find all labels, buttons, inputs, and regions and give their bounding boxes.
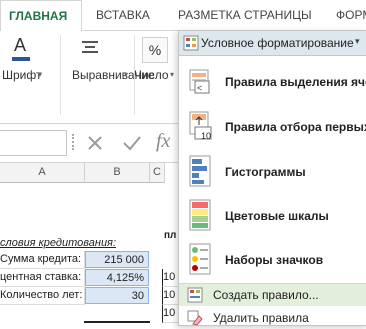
label-interest-rate[interactable]: центная ставка:: [0, 269, 85, 287]
font-icon-letter: A: [14, 35, 27, 55]
data-bars-icon: [189, 155, 211, 187]
top-rules-number: 10: [201, 131, 212, 141]
number-group[interactable]: % Число ▾: [134, 31, 178, 121]
svg-text:<: <: [197, 83, 202, 93]
chevron-down-icon: ▾: [355, 36, 360, 46]
tab-formulas[interactable]: ФОРМ: [336, 0, 366, 30]
menu-item-color-scales[interactable]: Цветовые шкалы: [179, 195, 366, 239]
menu-item-clear-rules[interactable]: Удалить правила: [179, 307, 366, 329]
tab-home[interactable]: ГЛАВНАЯ: [0, 0, 82, 32]
column-header-a[interactable]: A: [0, 163, 85, 183]
chevron-down-icon: ▾: [170, 70, 175, 79]
conditional-formatting-button[interactable]: Условное форматирование ▾: [179, 31, 366, 56]
icon-sets-icon: [189, 243, 211, 275]
cancel-icon[interactable]: [86, 134, 104, 152]
menu-item-highlight-rules[interactable]: < Правила выделения ячеек: [179, 61, 366, 105]
number-group-label: Число: [134, 68, 169, 82]
enter-check-icon[interactable]: [122, 134, 142, 152]
name-box[interactable]: [0, 130, 67, 156]
menu-item-top-bottom-rules[interactable]: 10 Правила отбора первых: [179, 107, 366, 151]
name-box-dots: [72, 134, 77, 150]
label-loan-amount[interactable]: Сумма кредита:: [0, 251, 85, 269]
percent-symbol: %: [148, 42, 162, 58]
value-loan-amount[interactable]: 215 000: [85, 251, 149, 268]
menu-item-new-rule[interactable]: Создать правило...: [179, 284, 366, 306]
new-rule-icon: [187, 287, 203, 303]
menu-item-label: Правила выделения ячеек: [225, 75, 366, 89]
highlight-rules-icon: <: [189, 69, 210, 94]
tab-insert[interactable]: ВСТАВКА: [96, 0, 150, 30]
ribbon-divider: [60, 35, 61, 115]
value-years[interactable]: 30: [85, 287, 149, 304]
column-header-c[interactable]: C: [150, 163, 165, 183]
align-center-icon: [82, 41, 98, 53]
font-icon: A: [10, 35, 32, 61]
chevron-down-icon: ▾: [124, 70, 129, 79]
percent-icon: %: [142, 37, 168, 63]
border-line: [84, 321, 150, 323]
menu-item-icon-sets[interactable]: Наборы значков: [179, 239, 366, 285]
menu-item-label: Правила отбора первых: [225, 120, 366, 134]
value-interest-rate[interactable]: 4,125%: [85, 269, 149, 286]
conditional-formatting-icon: [183, 35, 199, 51]
column-header-b[interactable]: B: [85, 163, 150, 183]
menu-item-data-bars[interactable]: Гистограммы: [179, 151, 366, 195]
menu-item-label: Наборы значков: [225, 253, 324, 267]
conditional-formatting-label: Условное форматирование: [201, 36, 354, 50]
insert-function-icon[interactable]: fx: [156, 130, 170, 153]
menu-item-label: Гистограммы: [225, 165, 306, 179]
tab-page-layout[interactable]: РАЗМЕТКА СТРАНИЦЫ: [178, 0, 312, 30]
font-group-label: Шрифт: [2, 68, 42, 82]
alignment-group[interactable]: Выравнивание ▾: [68, 31, 155, 121]
column-d-fragment: пл: [164, 230, 177, 241]
new-rule-label: Создать правило...: [213, 288, 319, 302]
ribbon-tabs: ГЛАВНАЯ ВСТАВКА РАЗМЕТКА СТРАНИЦЫ ФОРМ: [0, 0, 366, 32]
chevron-down-icon: ▾: [38, 70, 43, 79]
font-group[interactable]: A Шрифт ▾: [0, 31, 44, 121]
color-scales-icon: [189, 199, 211, 231]
loan-terms-heading: словия кредитования:: [0, 237, 116, 249]
label-years[interactable]: Количество лет:: [0, 287, 85, 305]
menu-item-label: Цветовые шкалы: [225, 209, 329, 223]
conditional-formatting-menu: Условное форматирование ▾ < Правила выде…: [178, 30, 366, 326]
clear-rules-label: Удалить правила: [213, 311, 309, 325]
